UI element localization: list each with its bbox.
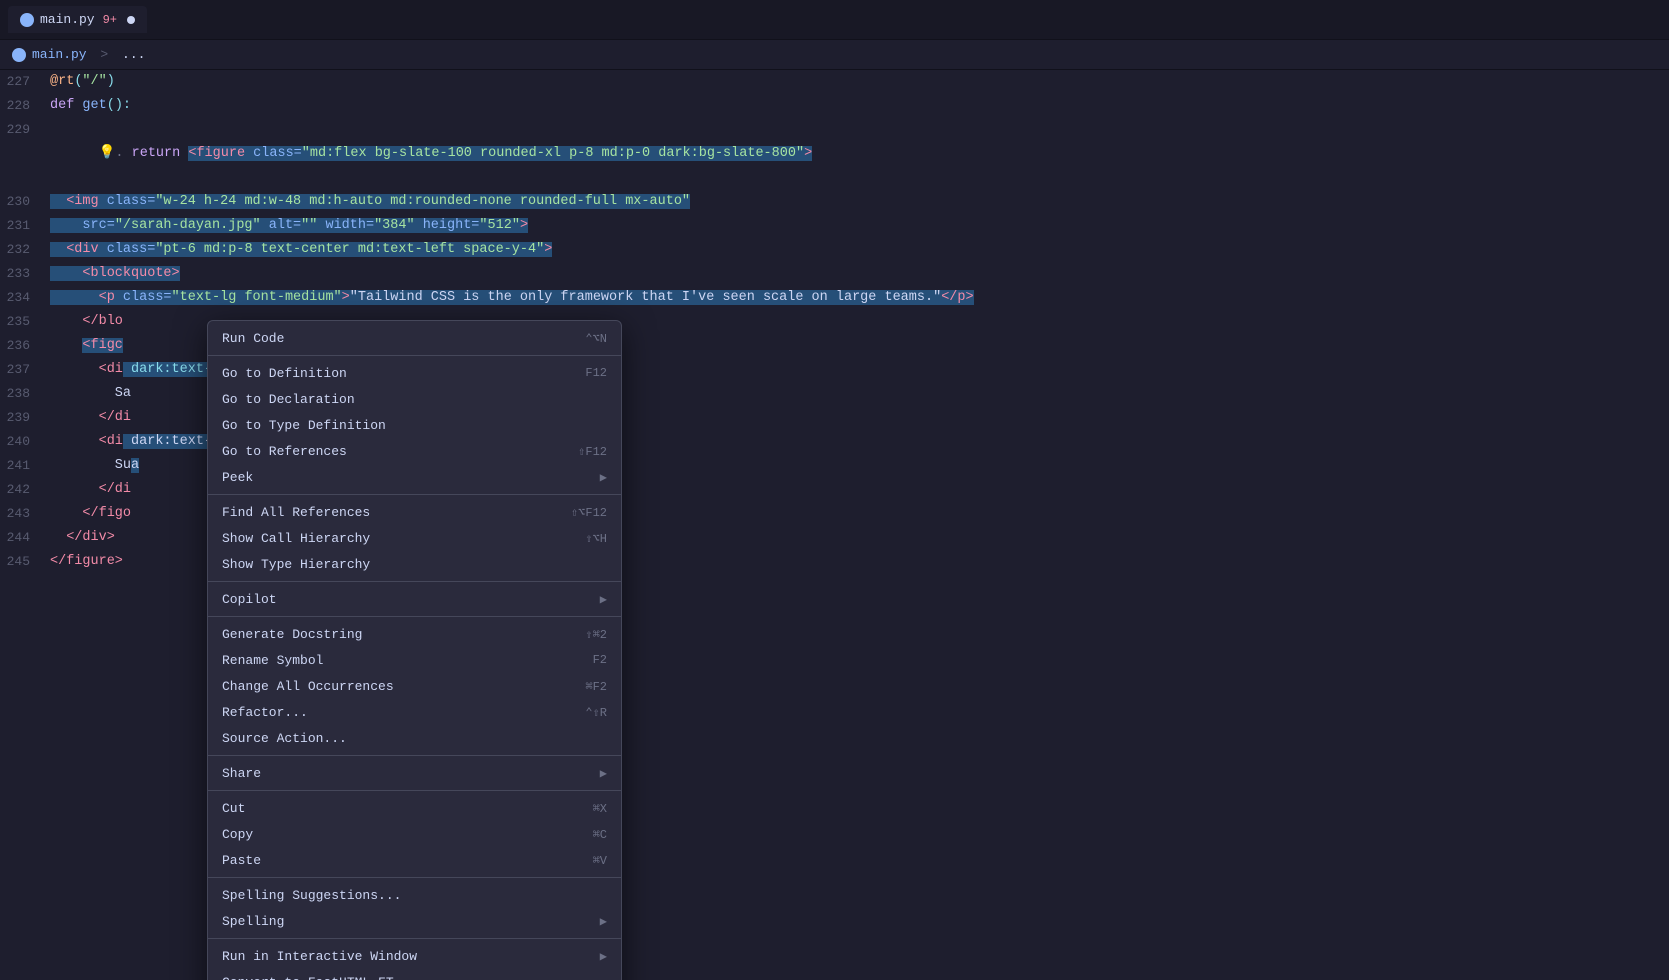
- menu-separator-8: [208, 938, 621, 939]
- line-content: 💡. return <figure class="md:flex bg-slat…: [50, 118, 1669, 190]
- line-number: 239: [0, 406, 50, 430]
- menu-item-run-code[interactable]: Run Code ⌃⌥N: [208, 325, 621, 351]
- line-number: 236: [0, 334, 50, 358]
- menu-separator-1: [208, 355, 621, 356]
- menu-item-rename-symbol[interactable]: Rename Symbol F2: [208, 647, 621, 673]
- code-editor[interactable]: 227 @rt("/") 228 def get(): 229 💡. retur…: [0, 70, 1669, 980]
- line-number: 229: [0, 118, 50, 142]
- line-number: 241: [0, 454, 50, 478]
- line-content: src="/sarah-dayan.jpg" alt="" width="384…: [50, 214, 1669, 238]
- line-content: <p class="text-lg font-medium">"Tailwind…: [50, 286, 1669, 310]
- menu-item-generate-docstring[interactable]: Generate Docstring ⇧⌘2: [208, 621, 621, 647]
- code-line-230: 230 <img class="w-24 h-24 md:w-48 md:h-a…: [0, 190, 1669, 214]
- menu-item-source-action[interactable]: Source Action...: [208, 725, 621, 751]
- tab-bar: main.py 9+: [0, 0, 1669, 40]
- tab-filename: main.py: [40, 12, 95, 27]
- code-line-227: 227 @rt("/"): [0, 70, 1669, 94]
- breadcrumb: main.py > ...: [0, 40, 1669, 70]
- menu-separator-3: [208, 581, 621, 582]
- menu-item-convert-fasthtml[interactable]: Convert to FastHTML FT: [208, 969, 621, 980]
- menu-item-peek[interactable]: Peek ▶: [208, 464, 621, 490]
- breadcrumb-file-icon: [12, 48, 26, 62]
- code-line-234: 234 <p class="text-lg font-medium">"Tail…: [0, 286, 1669, 310]
- line-number: 243: [0, 502, 50, 526]
- line-number: 245: [0, 550, 50, 574]
- code-line-231: 231 src="/sarah-dayan.jpg" alt="" width=…: [0, 214, 1669, 238]
- breadcrumb-filename[interactable]: main.py: [32, 47, 87, 62]
- line-number: 230: [0, 190, 50, 214]
- line-content: <img class="w-24 h-24 md:w-48 md:h-auto …: [50, 190, 1669, 214]
- menu-item-go-to-definition[interactable]: Go to Definition F12: [208, 360, 621, 386]
- line-content: <div class="pt-6 md:p-8 text-center md:t…: [50, 238, 1669, 262]
- line-content: @rt("/"): [50, 70, 1669, 94]
- menu-separator-7: [208, 877, 621, 878]
- menu-item-run-interactive-window[interactable]: Run in Interactive Window ▶: [208, 943, 621, 969]
- line-number: 238: [0, 382, 50, 406]
- line-number: 232: [0, 238, 50, 262]
- menu-item-spelling[interactable]: Spelling ▶: [208, 908, 621, 934]
- menu-item-go-to-declaration[interactable]: Go to Declaration: [208, 386, 621, 412]
- menu-item-share[interactable]: Share ▶: [208, 760, 621, 786]
- active-tab[interactable]: main.py 9+: [8, 6, 147, 33]
- code-line-232: 232 <div class="pt-6 md:p-8 text-center …: [0, 238, 1669, 262]
- breadcrumb-separator: >: [93, 47, 116, 62]
- line-number: 242: [0, 478, 50, 502]
- line-number: 234: [0, 286, 50, 310]
- menu-item-go-to-references[interactable]: Go to References ⇧F12: [208, 438, 621, 464]
- line-number: 227: [0, 70, 50, 94]
- tab-badge: 9+: [103, 13, 117, 27]
- line-number: 233: [0, 262, 50, 286]
- line-content: def get():: [50, 94, 1669, 118]
- menu-separator-4: [208, 616, 621, 617]
- code-line-229: 229 💡. return <figure class="md:flex bg-…: [0, 118, 1669, 190]
- menu-item-change-all-occurrences[interactable]: Change All Occurrences ⌘F2: [208, 673, 621, 699]
- line-number: 240: [0, 430, 50, 454]
- menu-item-spelling-suggestions[interactable]: Spelling Suggestions...: [208, 882, 621, 908]
- menu-separator-2: [208, 494, 621, 495]
- code-line-233: 233 <blockquote>: [0, 262, 1669, 286]
- menu-separator-5: [208, 755, 621, 756]
- menu-separator-6: [208, 790, 621, 791]
- line-number: 231: [0, 214, 50, 238]
- unsaved-dot: [127, 16, 135, 24]
- menu-item-paste[interactable]: Paste ⌘V: [208, 847, 621, 873]
- line-number: 235: [0, 310, 50, 334]
- python-file-icon: [20, 13, 34, 27]
- context-menu: Run Code ⌃⌥N Go to Definition F12 Go to …: [207, 320, 622, 980]
- menu-item-copy[interactable]: Copy ⌘C: [208, 821, 621, 847]
- line-number: 244: [0, 526, 50, 550]
- menu-item-cut[interactable]: Cut ⌘X: [208, 795, 621, 821]
- menu-item-go-to-type-definition[interactable]: Go to Type Definition: [208, 412, 621, 438]
- code-line-228: 228 def get():: [0, 94, 1669, 118]
- menu-item-refactor[interactable]: Refactor... ⌃⇧R: [208, 699, 621, 725]
- menu-item-copilot[interactable]: Copilot ▶: [208, 586, 621, 612]
- menu-item-show-call-hierarchy[interactable]: Show Call Hierarchy ⇧⌥H: [208, 525, 621, 551]
- line-number: 228: [0, 94, 50, 118]
- line-content: <blockquote>: [50, 262, 1669, 286]
- breadcrumb-path[interactable]: ...: [122, 47, 145, 62]
- menu-item-find-all-references[interactable]: Find All References ⇧⌥F12: [208, 499, 621, 525]
- menu-item-show-type-hierarchy[interactable]: Show Type Hierarchy: [208, 551, 621, 577]
- line-number: 237: [0, 358, 50, 382]
